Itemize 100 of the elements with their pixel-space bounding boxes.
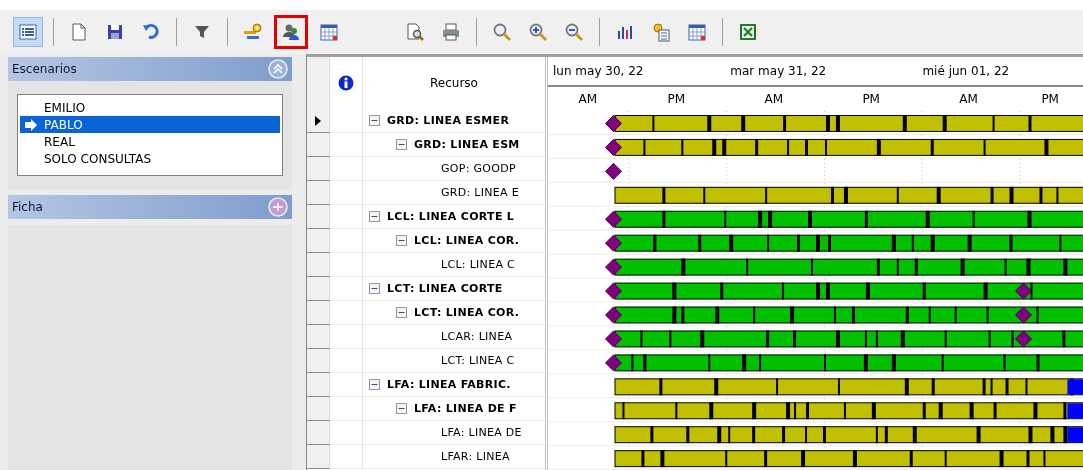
milestone-diamond[interactable]: [605, 138, 622, 156]
gantt-bar[interactable]: [614, 354, 1083, 372]
tree-cell[interactable]: LCT: LINEA C: [363, 349, 545, 373]
gantt-bar[interactable]: [614, 258, 1083, 276]
column-header: Recurso: [430, 76, 478, 90]
gantt-bar[interactable]: [614, 450, 1083, 467]
resource-name: LFA: LINEA DE F: [414, 402, 517, 415]
tree-cell[interactable]: LFA: LINEA DE F: [363, 397, 545, 421]
milestone-diamond[interactable]: [1015, 282, 1032, 300]
resource-name: LCL: LINEA CORTE L: [387, 210, 515, 223]
resource-name: GRD: LINEA ESMER: [387, 114, 510, 127]
new-document-icon: [69, 22, 89, 42]
list-item[interactable]: PABLO: [20, 116, 280, 133]
gantt-bar[interactable]: [614, 426, 1083, 444]
date-label: mié jun 01, 22: [922, 63, 1011, 78]
list-item[interactable]: SOLO CONSULTAS: [20, 150, 280, 167]
period-label: AM: [577, 91, 599, 106]
milestone-diamond[interactable]: [605, 114, 622, 132]
date-label: mar may 31, 22: [730, 63, 828, 78]
period-label: PM: [666, 91, 687, 106]
tree-cell[interactable]: LCL: LINEA COR.: [363, 229, 545, 253]
gantt-bar[interactable]: [614, 114, 1083, 132]
gear-bars-icon: [243, 22, 263, 42]
gantt-bar[interactable]: [614, 306, 1083, 324]
collapse-toggle[interactable]: [396, 403, 407, 414]
tree-cell[interactable]: LCL: LINEA C: [363, 253, 545, 277]
zoom-out-icon: [564, 22, 584, 42]
resource-name: LCT: LINEA CORTE: [387, 282, 503, 295]
toolbar-button[interactable]: [13, 17, 43, 47]
period-label: AM: [763, 91, 784, 106]
table-cell: [330, 205, 363, 229]
toolbar-button[interactable]: [274, 15, 308, 49]
gantt-bar[interactable]: [614, 330, 1083, 348]
resource-name: LCL: LINEA C: [441, 258, 515, 271]
milestone-diamond[interactable]: [605, 234, 622, 252]
table-cell: [330, 421, 363, 445]
tree-cell[interactable]: GOP: GOODP: [363, 157, 545, 181]
tree-cell[interactable]: GRD: LINEA ESM: [363, 133, 545, 157]
collapse-toggle[interactable]: [396, 307, 407, 318]
spreadsheet-icon: [738, 22, 758, 42]
gantt-bar[interactable]: [614, 186, 1083, 204]
tree-cell[interactable]: LCT: LINEA COR.: [363, 301, 545, 325]
table-cell: [330, 181, 363, 205]
resource-name: GRD: LINEA E: [441, 186, 519, 199]
resource-name: LFA: LINEA DE: [441, 426, 522, 439]
calendar-icon: [687, 22, 707, 42]
table-cell: [330, 349, 363, 373]
collapse-toggle[interactable]: [369, 211, 380, 222]
printer-icon: [441, 22, 461, 42]
gantt-bar[interactable]: [614, 138, 1083, 156]
resource-name: LCL: LINEA COR.: [414, 234, 520, 247]
period-label: PM: [1040, 91, 1060, 106]
tree-cell[interactable]: LFAR: LINEA: [363, 445, 545, 469]
table-cell: [330, 229, 363, 253]
list-view-icon: [18, 22, 38, 42]
table-cell: [330, 157, 363, 181]
milestone-diamond[interactable]: [605, 330, 622, 348]
table-cell: [330, 397, 363, 421]
tree-cell[interactable]: LFA: LINEA FABRIC.: [363, 373, 545, 397]
people-icon: [281, 22, 301, 42]
milestone-diamond[interactable]: [605, 210, 622, 228]
tree-cell[interactable]: LFA: LINEA DE: [363, 421, 545, 445]
resource-name: LFAR: LINEA: [441, 450, 510, 463]
tree-cell[interactable]: LCL: LINEA CORTE L: [363, 205, 545, 229]
tree-cell[interactable]: GRD: LINEA E: [363, 181, 545, 205]
collapse-toggle[interactable]: [396, 139, 407, 150]
tree-cell[interactable]: GRD: LINEA ESMER: [363, 109, 545, 133]
period-label: PM: [861, 91, 881, 106]
zoom-in-icon: [528, 22, 548, 42]
collapse-button[interactable]: [268, 59, 288, 79]
collapse-toggle[interactable]: [369, 115, 380, 126]
resource-name: LFA: LINEA FABRIC.: [387, 378, 511, 391]
gantt-bar[interactable]: [614, 210, 1083, 228]
table-cell: [330, 133, 363, 157]
table-cell: [330, 301, 363, 325]
period-label: AM: [958, 91, 979, 106]
collapse-toggle[interactable]: [396, 235, 407, 246]
search-icon: [492, 22, 512, 42]
milestone-diamond[interactable]: [605, 354, 622, 372]
list-item[interactable]: REAL: [20, 133, 280, 150]
collapse-toggle[interactable]: [369, 379, 380, 390]
milestone-diamond[interactable]: [605, 162, 622, 180]
panel-title: Ficha: [12, 200, 43, 214]
tree-cell[interactable]: LCAR: LINEA: [363, 325, 545, 349]
gantt-bar[interactable]: [614, 234, 1083, 252]
resource-name: LCT: LINEA COR.: [414, 306, 520, 319]
gantt-bar[interactable]: [614, 378, 1083, 396]
row-header[interactable]: [307, 109, 330, 133]
gantt-bar[interactable]: [614, 402, 1083, 420]
table-cell: [330, 373, 363, 397]
tree-cell[interactable]: LCT: LINEA CORTE: [363, 277, 545, 301]
resource-name: LCT: LINEA C: [441, 354, 515, 367]
milestone-diamond[interactable]: [605, 258, 622, 276]
list-item[interactable]: EMILIO: [20, 99, 280, 116]
milestone-diamond[interactable]: [605, 306, 622, 324]
panel-title: Escenarios: [12, 62, 77, 76]
gantt-bar[interactable]: [614, 282, 1083, 300]
table-cell: [330, 253, 363, 277]
collapse-toggle[interactable]: [369, 283, 380, 294]
milestone-diamond[interactable]: [605, 282, 622, 300]
